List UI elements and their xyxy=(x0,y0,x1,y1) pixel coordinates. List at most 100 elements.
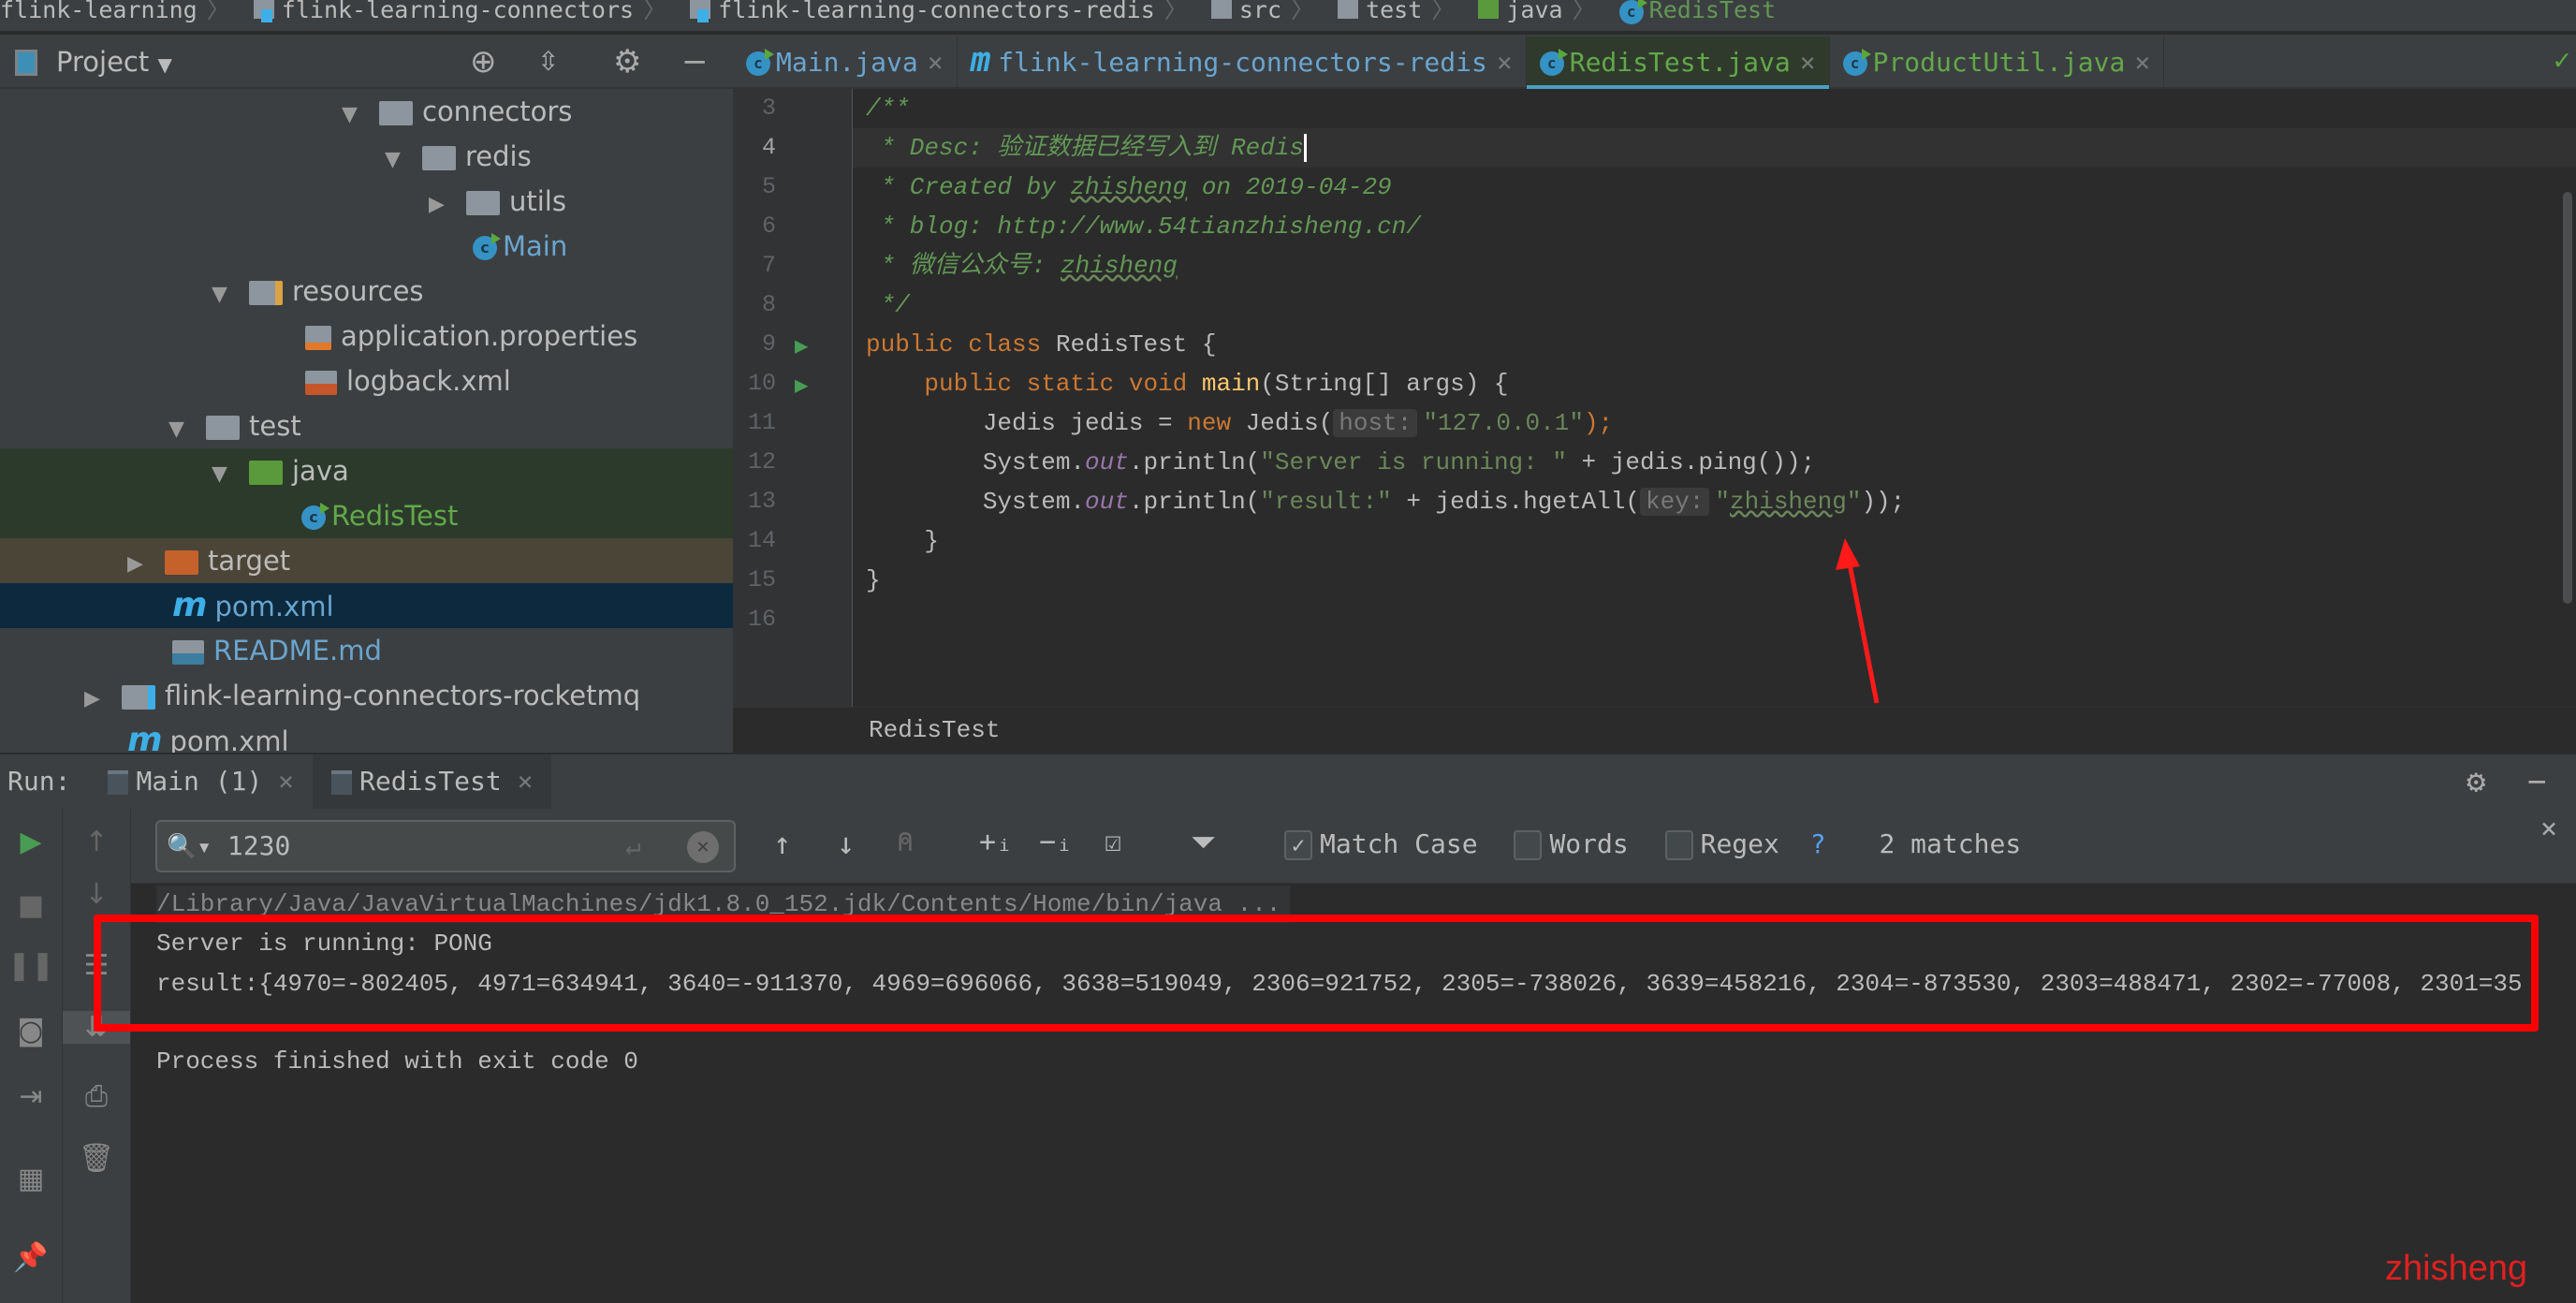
tree-item[interactable]: README.md xyxy=(0,628,733,673)
words-checkbox[interactable]: Words xyxy=(1514,828,1629,860)
collapse-arrow-icon[interactable]: ▶ xyxy=(84,677,122,722)
class-icon: c xyxy=(1618,0,1647,24)
expand-arrow-icon[interactable]: ▼ xyxy=(168,407,206,452)
tree-item[interactable]: logback.xml xyxy=(0,359,733,403)
gear-icon[interactable]: ⚙ xyxy=(613,35,641,89)
tab-main-java[interactable]: c Main.java × xyxy=(733,37,958,89)
next-match-icon[interactable]: ↓ xyxy=(837,826,855,861)
tab-productutil-java[interactable]: c ProductUtil.java × xyxy=(1830,37,2165,89)
tree-item[interactable]: ▼ resources xyxy=(0,269,733,314)
tree-item[interactable]: ▶ flink-learning-connectors-rocketmq xyxy=(0,673,733,718)
console-icon xyxy=(108,770,129,795)
pin-icon[interactable]: 📌 xyxy=(0,1241,62,1274)
tree-item[interactable]: ▼ java xyxy=(0,448,733,493)
minimize-icon[interactable]: − xyxy=(2527,754,2546,809)
code-text: new xyxy=(1187,409,1232,437)
add-occurrence-icon[interactable]: +ᵢ xyxy=(979,826,1013,858)
match-case-checkbox[interactable]: ✓ Match Case xyxy=(1284,828,1478,860)
expand-arrow-icon[interactable]: ▼ xyxy=(385,138,422,183)
up-arrow-icon[interactable]: ↑ xyxy=(63,826,130,858)
tree-item-label: flink-learning-connectors-rocketmq xyxy=(165,680,641,711)
close-icon[interactable]: × xyxy=(1497,47,1513,78)
expand-arrow-icon[interactable]: ▼ xyxy=(212,452,249,497)
clear-search-icon[interactable]: ✕ xyxy=(687,831,719,863)
select-occurrences-icon[interactable]: ☑ xyxy=(1105,826,1121,858)
close-find-icon[interactable]: × xyxy=(2540,813,2557,845)
code-text: "result:" xyxy=(1260,488,1392,516)
close-icon[interactable]: × xyxy=(278,766,294,797)
minimize-icon[interactable]: − xyxy=(681,35,709,89)
exit-icon[interactable]: ⇥ xyxy=(0,1080,62,1113)
run-tab-main[interactable]: Main (1) × xyxy=(89,754,313,809)
camera-icon[interactable]: ◙ xyxy=(0,1015,62,1047)
rerun-icon[interactable]: ▶ xyxy=(0,826,62,858)
layout-icon[interactable]: ▦ xyxy=(0,1163,62,1195)
test-folder-icon xyxy=(249,461,283,485)
run-class-icon[interactable]: ▶ xyxy=(795,332,808,360)
tree-item[interactable]: ▼ test xyxy=(0,403,733,448)
code-editor[interactable]: 3 4 5 6 7 8 9 10 11 12 13 14 15 16 ▶ ▶ /** * Desc: 验证… xyxy=(733,89,2576,753)
down-arrow-icon[interactable]: ↓ xyxy=(63,878,130,911)
tree-item[interactable]: ▶ target xyxy=(0,538,733,583)
close-icon[interactable]: × xyxy=(1800,47,1816,78)
editor-breadcrumb[interactable]: RedisTest xyxy=(733,707,2576,753)
breadcrumb-item[interactable]: src xyxy=(1239,0,1281,22)
code-line: * 微信公众号: zhisheng xyxy=(866,246,1178,285)
print-icon[interactable]: ⎙ xyxy=(63,1080,130,1113)
code-text: .println( xyxy=(1128,488,1261,516)
code-line: Jedis jedis = new Jedis(host: "127.0.0.1"… xyxy=(866,403,1613,443)
tab-redistest-java[interactable]: c RedisTest.java × xyxy=(1526,37,1830,91)
code-text: ); xyxy=(1583,409,1614,437)
search-icon[interactable]: 🔍▾ xyxy=(167,833,212,861)
remove-occurrence-icon[interactable]: −ᵢ xyxy=(1039,826,1073,858)
tree-item[interactable]: m pom.xml xyxy=(0,583,733,628)
select-all-occurrences-icon[interactable]: ⍝ xyxy=(897,826,914,858)
breadcrumb-item[interactable]: flink-learning xyxy=(0,0,198,22)
close-icon[interactable]: × xyxy=(518,766,534,797)
tree-item[interactable]: c Main xyxy=(0,224,733,269)
stop-icon[interactable]: ■ xyxy=(0,889,62,922)
breadcrumb-item[interactable]: test xyxy=(1366,0,1422,22)
collapse-all-icon[interactable]: ⇳ xyxy=(537,35,559,89)
expand-arrow-icon[interactable]: ▼ xyxy=(342,93,379,138)
run-tab-redistest[interactable]: RedisTest × xyxy=(313,754,552,809)
regex-checkbox[interactable]: Regex xyxy=(1664,828,1779,860)
previous-match-icon[interactable]: ↑ xyxy=(773,826,791,861)
breadcrumb-item[interactable]: java xyxy=(1506,0,1562,22)
run-tool-window-header: Run: Main (1) × RedisTest × ⚙ − xyxy=(0,753,2576,809)
tree-item[interactable]: application.properties xyxy=(0,314,733,359)
collapse-arrow-icon[interactable]: ▶ xyxy=(127,542,165,587)
tree-item-label: logback.xml xyxy=(346,365,511,397)
inspection-ok-icon[interactable]: ✓ xyxy=(2554,35,2570,87)
run-main-icon[interactable]: ▶ xyxy=(795,372,808,400)
pause-icon[interactable]: ❚❚ xyxy=(0,949,62,982)
locate-icon[interactable]: ⊕ xyxy=(470,35,497,89)
trash-icon[interactable]: 🗑 xyxy=(63,1142,130,1175)
code-line: System.out.println("result:" + jedis.hge… xyxy=(866,482,1905,521)
line-number: 14 xyxy=(747,527,776,554)
parameter-hint: host: xyxy=(1333,409,1418,437)
editor-scrollbar[interactable] xyxy=(2563,192,2572,604)
tree-item[interactable]: ▼ redis xyxy=(0,134,733,179)
search-input[interactable]: 🔍▾ 1230 ↵ ✕ xyxy=(155,820,736,872)
filter-icon[interactable]: ⏷ xyxy=(1191,824,1216,861)
regex-help-link[interactable]: ? xyxy=(1810,828,1826,859)
close-icon[interactable]: × xyxy=(2134,47,2150,78)
tree-item[interactable]: c RedisTest xyxy=(0,493,733,538)
maven-icon: m xyxy=(127,721,163,753)
tree-item[interactable]: ▼ connectors xyxy=(0,89,733,134)
close-icon[interactable]: × xyxy=(928,47,944,78)
collapse-arrow-icon[interactable]: ▶ xyxy=(429,183,466,227)
project-view-dropdown[interactable]: Project ▼ xyxy=(56,35,172,92)
breadcrumb-item[interactable]: RedisTest xyxy=(1649,0,1776,22)
tree-item[interactable]: ▶ utils xyxy=(0,179,733,224)
gear-icon[interactable]: ⚙ xyxy=(2466,754,2485,809)
breadcrumb-item[interactable]: flink-learning-connectors xyxy=(282,0,634,22)
breadcrumb-item[interactable]: flink-learning-connectors-redis xyxy=(718,0,1155,22)
expand-arrow-icon[interactable]: ▼ xyxy=(212,272,249,317)
tab-label: RedisTest.java xyxy=(1569,47,1791,78)
tab-label: RedisTest xyxy=(359,766,502,797)
tab-label: Main (1) xyxy=(136,766,263,797)
tab-pom[interactable]: m flink-learning-connectors-redis × xyxy=(958,35,1527,87)
tree-item[interactable]: m pom.xml xyxy=(0,718,733,753)
